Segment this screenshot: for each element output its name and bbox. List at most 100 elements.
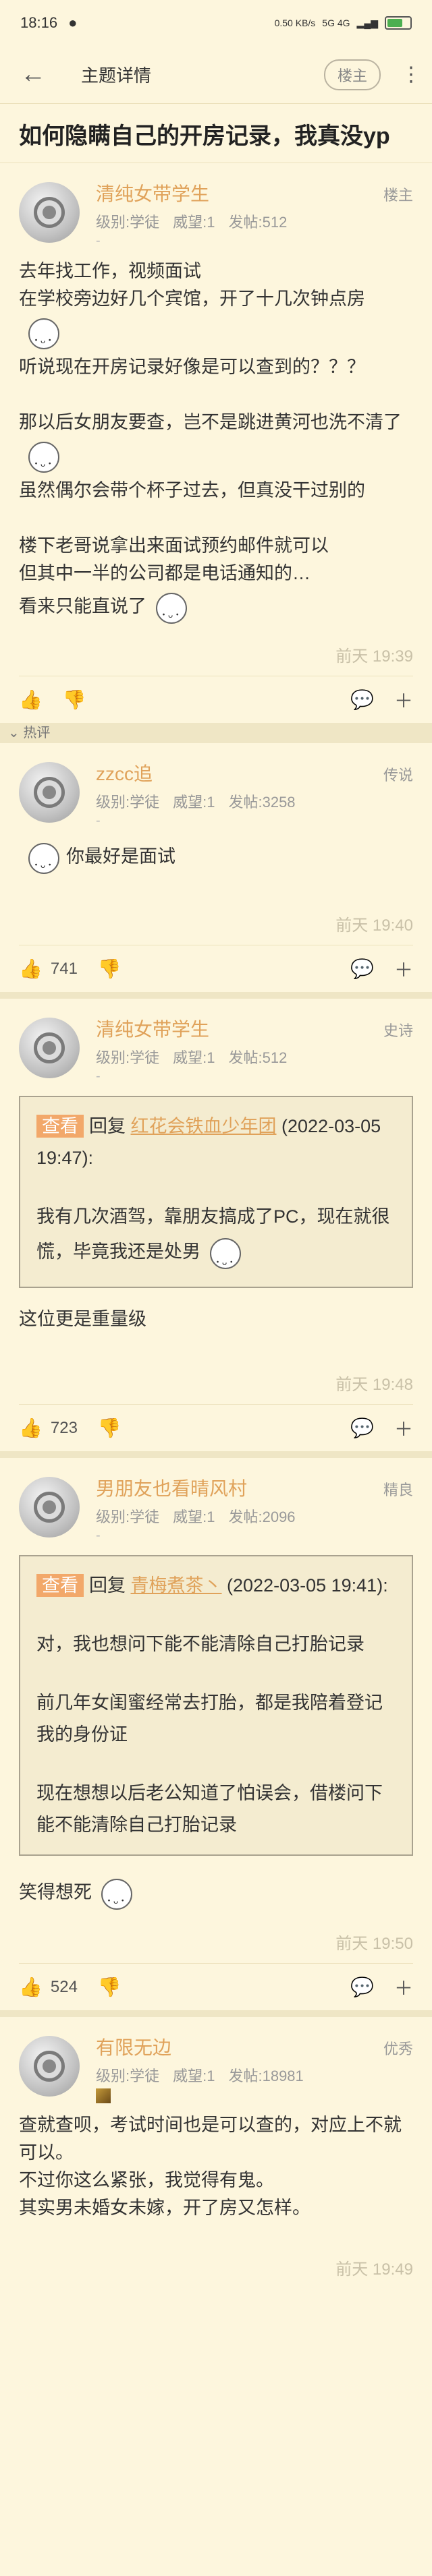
add-button[interactable]: ＋ bbox=[394, 686, 413, 713]
hot-label: 热评 bbox=[23, 726, 51, 740]
anime-sticker-icon bbox=[19, 838, 66, 879]
dislike-button[interactable]: 👎 bbox=[98, 1976, 122, 1998]
quote-block: 查看 回复 红花会铁血少年团 (2022-03-05 19:47): 我有几次酒驾… bbox=[19, 1096, 413, 1288]
quote-date: (2022-03-05 19:41): bbox=[227, 1575, 388, 1596]
status-time: 18:16 bbox=[20, 14, 58, 31]
user-signature: - bbox=[96, 1528, 101, 1543]
username[interactable]: 男朋友也看晴风村 bbox=[96, 1477, 413, 1501]
notification-icon: ● bbox=[68, 14, 78, 31]
chevron-down-icon: ⌄ bbox=[8, 726, 20, 740]
post-time: 前天 19:39 bbox=[335, 647, 413, 666]
username[interactable]: zzcc追 bbox=[96, 762, 413, 786]
thumbs-down-icon: 👎 bbox=[62, 689, 86, 710]
post-2: 清纯女带学生 级别:学徒 威望:1 发帖:512 - 史诗 查看 回复 红花会铁血少年… bbox=[0, 999, 432, 1458]
view-quote-button[interactable]: 查看 bbox=[36, 1115, 84, 1138]
content-line: 查就查呗，考试时间也是可以查的，对应上不就可以。 bbox=[19, 2115, 402, 2163]
network-type: 5G 4G bbox=[322, 18, 350, 28]
dislike-button[interactable]: 👎 bbox=[98, 958, 122, 980]
like-button[interactable]: 👍 741 bbox=[19, 958, 78, 980]
user-signature: - bbox=[96, 233, 101, 248]
content-line: 去年找工作，视频面试 bbox=[19, 261, 201, 281]
plus-icon: ＋ bbox=[394, 690, 413, 711]
content-line: 看来只能直说了 bbox=[19, 587, 413, 628]
username[interactable]: 清纯女带学生 bbox=[96, 1018, 413, 1042]
like-button[interactable]: 👍 524 bbox=[19, 1976, 78, 1998]
hot-comments-header: ⌄ 热评 bbox=[0, 723, 432, 743]
quote-reply-label: 回复 bbox=[89, 1116, 126, 1136]
floor-label: 优秀 bbox=[383, 2041, 413, 2057]
anime-sticker-icon bbox=[92, 1873, 139, 1914]
quote-line: 我有几次酒驾，靠朋友搞成了PC，现在就很慌，毕竟我还是处男 bbox=[36, 1201, 396, 1278]
dislike-button[interactable]: 👎 bbox=[63, 689, 86, 711]
like-count: 741 bbox=[50, 959, 78, 978]
quote-reply-label: 回复 bbox=[89, 1575, 126, 1596]
username[interactable]: 有限无边 bbox=[96, 2036, 413, 2060]
floor-label: 精良 bbox=[383, 1482, 413, 1498]
quoted-user-link[interactable]: 青梅煮茶丶 bbox=[131, 1575, 222, 1596]
like-count: 723 bbox=[50, 1418, 78, 1437]
like-button[interactable]: 👍 bbox=[19, 689, 43, 711]
user-prestige: 威望:1 bbox=[173, 1509, 215, 1525]
sticker-row bbox=[19, 313, 413, 354]
post-time: 前天 19:49 bbox=[335, 2260, 413, 2279]
more-vert-icon[interactable]: ⋮ bbox=[401, 63, 421, 86]
quote-block: 查看 回复 青梅煮茶丶 (2022-03-05 19:41): 对，我也想问下能不… bbox=[19, 1555, 413, 1856]
back-arrow-icon[interactable]: ← bbox=[20, 60, 61, 89]
divider bbox=[0, 992, 432, 999]
floor-label: 传说 bbox=[383, 767, 413, 784]
anime-sticker-icon bbox=[19, 313, 66, 354]
plus-icon: ＋ bbox=[394, 959, 413, 980]
post-time: 前天 19:48 bbox=[335, 1376, 413, 1394]
user-post-count: 发帖:512 bbox=[228, 214, 288, 231]
comment-button[interactable]: 💬 bbox=[350, 1976, 374, 1998]
post-time: 前天 19:50 bbox=[335, 1935, 413, 1953]
post-0: 清纯女带学生 级别:学徒 威望:1 发帖:512 - 楼主 去年找工作，视频面试 在… bbox=[0, 163, 432, 723]
user-post-count: 发帖:18981 bbox=[228, 2068, 304, 2084]
dislike-button[interactable]: 👎 bbox=[98, 1417, 122, 1439]
action-bar: 👍 524 👎 💬 ＋ bbox=[19, 1963, 413, 2010]
divider bbox=[0, 1451, 432, 1458]
view-quote-button[interactable]: 查看 bbox=[36, 1574, 84, 1597]
anime-sticker-icon bbox=[200, 1233, 248, 1278]
username[interactable]: 清纯女带学生 bbox=[96, 182, 413, 206]
comment-icon: 💬 bbox=[350, 1417, 374, 1438]
battery-icon bbox=[385, 16, 412, 30]
op-only-button[interactable]: 楼主 bbox=[323, 59, 381, 90]
thumbs-down-icon: 👎 bbox=[97, 1417, 122, 1438]
thumbs-down-icon: 👎 bbox=[97, 1977, 122, 1997]
user-badge-icon bbox=[96, 2086, 413, 2107]
comment-button[interactable]: 💬 bbox=[350, 1417, 374, 1439]
content-line: 听说现在开房记录好像是可以查到的？？？ bbox=[19, 357, 365, 377]
user-post-count: 发帖:3258 bbox=[228, 794, 296, 811]
avatar[interactable] bbox=[19, 182, 80, 243]
add-button[interactable]: ＋ bbox=[394, 956, 413, 983]
post-3: 男朋友也看晴风村 级别:学徒 威望:1 发帖:2096 - 精良 查看 回复 青梅煮茶… bbox=[0, 1458, 432, 2017]
content-line: 那以后女朋友要查，岂不是跳进黄河也洗不清了 bbox=[19, 412, 402, 432]
thumbs-up-icon: 👍 bbox=[19, 1417, 43, 1438]
sticker-row bbox=[19, 436, 413, 477]
comment-icon: 💬 bbox=[350, 958, 374, 979]
content-line: 笑得想死 bbox=[19, 1873, 413, 1914]
add-button[interactable]: ＋ bbox=[394, 1415, 413, 1442]
thumbs-up-icon: 👍 bbox=[19, 689, 43, 710]
avatar[interactable] bbox=[19, 762, 80, 823]
content-line: 在学校旁边好几个宾馆，开了十几次钟点房 bbox=[19, 289, 365, 309]
avatar[interactable] bbox=[19, 1018, 80, 1078]
comment-button[interactable]: 💬 bbox=[350, 689, 374, 711]
quoted-user-link[interactable]: 红花会铁血少年团 bbox=[131, 1116, 277, 1136]
content-line: 但其中一半的公司都是电话通知的… bbox=[19, 563, 310, 583]
quote-line: 对，我也想问下能不能清除自己打胎记录 bbox=[36, 1634, 364, 1654]
thumbs-down-icon: 👎 bbox=[97, 958, 122, 979]
post-content: 去年找工作，视频面试 在学校旁边好几个宾馆，开了十几次钟点房 听说现在开房记录好… bbox=[19, 251, 413, 628]
add-button[interactable]: ＋ bbox=[394, 1974, 413, 2001]
signal-icon: ▂▄▆ bbox=[356, 17, 378, 28]
comment-button[interactable]: 💬 bbox=[350, 958, 374, 980]
user-prestige: 威望:1 bbox=[173, 2068, 215, 2084]
post-4: 有限无边 级别:学徒 威望:1 发帖:18981 优秀 查就查呗，考试时间也是可以查… bbox=[0, 2017, 432, 2289]
avatar[interactable] bbox=[19, 2036, 80, 2097]
like-button[interactable]: 👍 723 bbox=[19, 1417, 78, 1439]
avatar[interactable] bbox=[19, 1477, 80, 1538]
floor-label: 楼主 bbox=[383, 187, 413, 204]
